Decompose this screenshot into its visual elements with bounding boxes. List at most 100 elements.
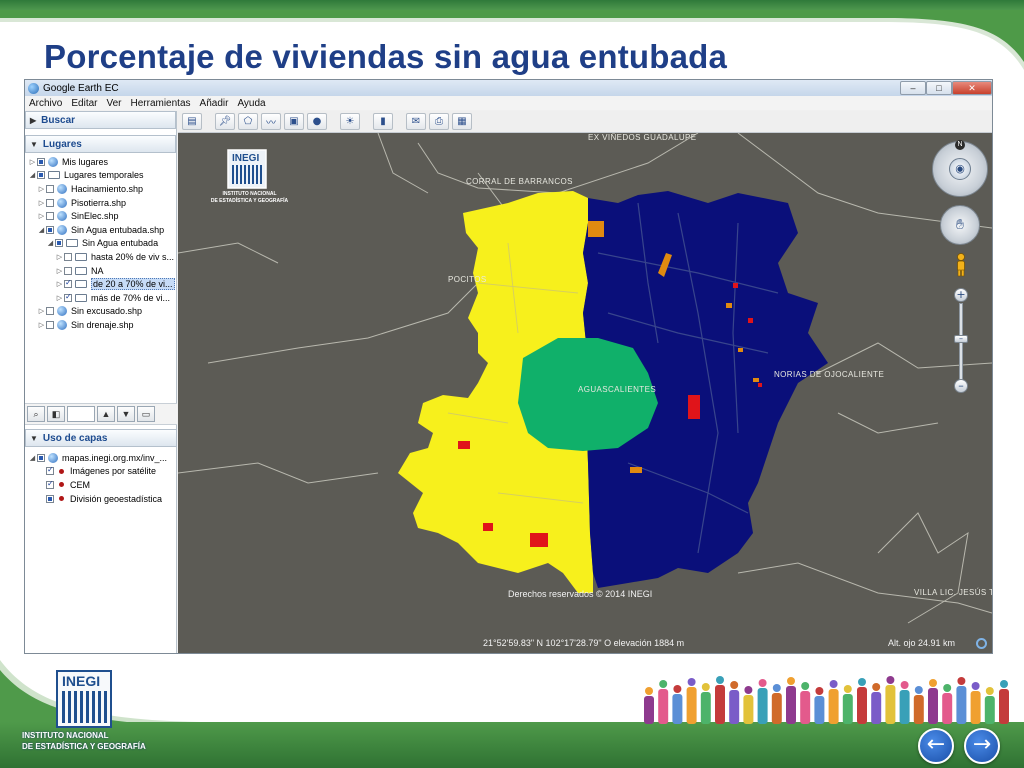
email-icon[interactable]: ✉	[406, 113, 426, 130]
person-figure-icon	[800, 682, 811, 724]
menu-herramientas[interactable]: Herramientas	[131, 98, 191, 109]
record-tour-icon[interactable]: ●	[307, 113, 327, 130]
tree-item[interactable]: ◢ Sin Agua entubada	[25, 237, 176, 251]
menu-ver[interactable]: Ver	[106, 98, 121, 109]
layers-panel-header[interactable]: ▼ Uso de capas	[25, 429, 177, 447]
tree-item[interactable]: ▷ Pisotierra.shp	[25, 196, 176, 210]
overlay-icon[interactable]: ▣	[284, 113, 304, 130]
tree-expander-icon[interactable]: ▷	[55, 253, 64, 261]
move-up-icon[interactable]: ▲	[97, 406, 115, 422]
path-icon[interactable]: 〰	[261, 113, 281, 130]
tree-checkbox[interactable]	[46, 320, 54, 329]
menu-editar[interactable]: Editar	[71, 98, 97, 109]
tree-expander-icon[interactable]: ▷	[37, 321, 46, 329]
tree-expander-icon[interactable]: ▷	[55, 294, 64, 302]
new-folder-icon[interactable]: ▭	[137, 406, 155, 422]
tree-checkbox[interactable]	[64, 266, 72, 275]
tree-checkbox[interactable]	[46, 479, 54, 489]
tree-item[interactable]: CEM	[25, 478, 177, 492]
person-figure-icon	[786, 677, 796, 724]
tree-expander-icon[interactable]: ◢	[37, 226, 46, 234]
tree-item-label: Sin Agua entubada	[82, 238, 159, 249]
tree-expander-icon[interactable]: ◢	[46, 239, 55, 247]
tree-checkbox[interactable]	[46, 307, 54, 316]
street-view-pegman-icon[interactable]	[955, 253, 967, 277]
arrow-left-icon[interactable]: ←	[918, 728, 954, 764]
minimize-button[interactable]: –	[900, 81, 926, 95]
sunlight-icon[interactable]: ☀	[340, 113, 360, 130]
tree-item[interactable]: ◢ Lugares temporales	[25, 169, 176, 183]
map-view[interactable]: EX VIÑEDOS GUADALUPE CORRAL DE BARRANCOS…	[178, 133, 992, 653]
tree-item[interactable]: ▷ Sin drenaje.shp	[25, 318, 176, 332]
tree-expander-icon[interactable]: ▷	[28, 158, 37, 166]
tree-checkbox[interactable]	[46, 465, 54, 476]
tree-expander-icon[interactable]: ▷	[37, 212, 46, 220]
tree-item[interactable]: ▷ Mis lugares	[25, 155, 176, 169]
globe-icon	[57, 211, 67, 222]
print-icon[interactable]: ⎙	[429, 113, 449, 130]
maximize-button[interactable]: □	[926, 81, 952, 95]
tree-item[interactable]: ▷ más de 70% de vi...	[25, 291, 176, 305]
tree-checkbox[interactable]	[64, 292, 72, 302]
tree-item[interactable]: ▷ de 20 a 70% de vi...	[25, 277, 176, 291]
inegi-footer-caption: INSTITUTO NACIONAL DE ESTADÍSTICA Y GEOG…	[22, 730, 172, 752]
tree-checkbox[interactable]	[37, 171, 45, 180]
ruler-icon[interactable]: ▮	[373, 113, 393, 130]
tree-checkbox[interactable]	[46, 184, 54, 193]
zoom-in-button[interactable]: +	[954, 288, 968, 302]
places-panel-header[interactable]: ▼ Lugares	[25, 135, 176, 153]
tree-expander-icon[interactable]: ▷	[37, 307, 46, 315]
orange-block	[726, 303, 732, 308]
sidebar-toggle-icon[interactable]: ▤	[182, 113, 202, 130]
tree-checkbox[interactable]	[37, 157, 45, 166]
tree-checkbox[interactable]	[64, 278, 72, 289]
tree-item[interactable]: ◢ mapas.inegi.org.mx/inv_...	[25, 451, 177, 465]
tree-item[interactable]: ◢ Sin Agua entubada.shp	[25, 223, 176, 237]
tree-item[interactable]: División geoestadística	[25, 492, 177, 506]
move-down-icon[interactable]: ▼	[117, 406, 135, 422]
places-filter-field[interactable]	[67, 406, 95, 422]
menu-anadir[interactable]: Añadir	[200, 98, 229, 109]
tree-checkbox[interactable]	[46, 198, 54, 207]
person-figure-icon	[942, 684, 953, 724]
zoom-slider-knob[interactable]: –	[954, 335, 968, 343]
tree-expander-icon[interactable]: ◢	[28, 171, 37, 179]
split-view-icon[interactable]: ◧	[47, 406, 65, 422]
tree-item[interactable]: ▷ hasta 20% de viv s...	[25, 250, 176, 264]
move-control[interactable]: ✋︎	[940, 205, 980, 245]
arrow-right-icon[interactable]: →	[964, 728, 1000, 764]
tree-checkbox[interactable]	[64, 252, 72, 261]
close-button[interactable]: ✕	[952, 81, 992, 95]
tree-checkbox[interactable]	[46, 494, 54, 503]
tree-expander-icon[interactable]: ◢	[28, 454, 37, 462]
tree-item[interactable]: Imágenes por satélite	[25, 465, 177, 479]
tree-expander-icon[interactable]: ▷	[37, 199, 46, 207]
menu-archivo[interactable]: Archivo	[29, 98, 62, 109]
menu-ayuda[interactable]: Ayuda	[237, 98, 265, 109]
tree-checkbox[interactable]	[55, 239, 63, 248]
person-figure-icon	[970, 682, 981, 724]
save-image-icon[interactable]: ▦	[452, 113, 472, 130]
tree-item[interactable]: ▷ Hacinamiento.shp	[25, 182, 176, 196]
tree-checkbox[interactable]	[46, 225, 54, 234]
look-control[interactable]: N ◉	[932, 140, 988, 197]
eye-icon: ◉	[949, 158, 971, 180]
placemark-icon[interactable]: 📌︎	[215, 113, 235, 130]
polygon-icon[interactable]: ⬠	[238, 113, 258, 130]
tree-item-label: SinElec.shp	[71, 211, 119, 222]
tree-item[interactable]: ▷ SinElec.shp	[25, 209, 176, 223]
search-icon[interactable]: ⌕	[27, 406, 45, 422]
tree-item[interactable]: ▷ Sin excusado.shp	[25, 305, 176, 319]
tree-expander-icon[interactable]: ▷	[37, 185, 46, 193]
search-panel-header[interactable]: ▶ Buscar	[25, 111, 176, 129]
tree-item-label: de 20 a 70% de vi...	[91, 278, 175, 291]
tree-expander-icon[interactable]: ▷	[55, 280, 64, 288]
tree-expander-icon[interactable]: ▷	[55, 267, 64, 275]
tree-checkbox[interactable]	[46, 212, 54, 221]
tree-checkbox[interactable]	[37, 453, 45, 462]
zoom-out-button[interactable]: –	[954, 379, 968, 393]
tree-item[interactable]: ▷ NA	[25, 264, 176, 278]
orange-block	[630, 467, 642, 473]
folder-icon	[75, 266, 87, 275]
streaming-indicator-icon	[976, 638, 987, 649]
